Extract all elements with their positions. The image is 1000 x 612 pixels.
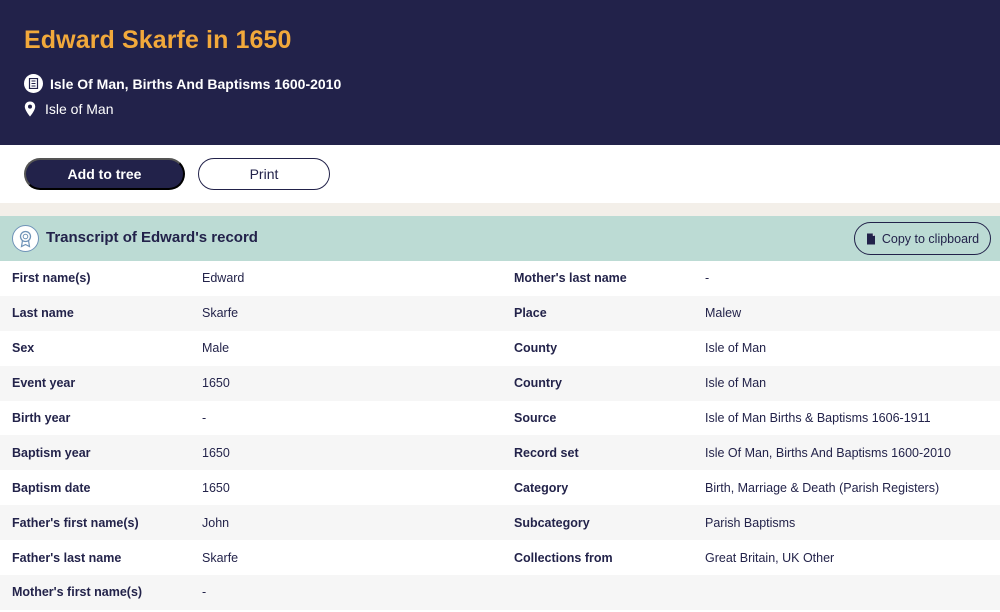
field-value: 1650	[202, 376, 230, 391]
print-button[interactable]: Print	[198, 158, 330, 190]
field-label: County	[514, 341, 558, 356]
map-pin-icon	[24, 100, 38, 118]
field-value: Isle of Man	[705, 341, 767, 356]
table-row: Father's last name Skarfe Collections from…	[0, 540, 1000, 576]
action-bar: Add to tree Print	[0, 145, 1000, 203]
field-label: Subcategory	[514, 515, 590, 530]
field-value: Birth, Marriage & Death (Parish Register…	[705, 480, 940, 495]
table-row: Father's first name(s) John Subcategory Par…	[0, 505, 1000, 541]
field-value: Isle of Man	[705, 376, 767, 391]
field-label: Mother's first name(s)	[12, 585, 143, 600]
table-row: First name(s) Edward Mother's last name -	[0, 261, 1000, 296]
field-value: -	[202, 411, 207, 425]
field-value: John	[202, 515, 230, 530]
location-row: Isle of Man	[24, 100, 113, 118]
field-label: Sex	[12, 341, 35, 356]
table-row: Event year 1650 Country Isle of Man	[0, 365, 1000, 401]
field-label: Place	[514, 306, 547, 321]
certificate-badge-icon	[12, 225, 39, 252]
field-label: Father's last name	[12, 550, 122, 565]
add-to-tree-button[interactable]: Add to tree	[24, 158, 185, 190]
page-title: Edward Skarfe in 1650	[24, 26, 292, 54]
field-value: Parish Baptisms	[705, 515, 796, 530]
transcript-table: First name(s) Edward Mother's last name - La…	[0, 261, 1000, 610]
table-row: Birth year - Source Isle of Man Births & Ba…	[0, 400, 1000, 436]
transcript-title: Transcript of Edward's record	[46, 229, 258, 246]
copy-to-clipboard-button[interactable]: Copy to clipboard	[854, 222, 991, 255]
record-set-row: Isle Of Man, Births And Baptisms 1600-20…	[24, 74, 341, 93]
book-icon	[24, 74, 43, 93]
field-label: Father's first name(s)	[12, 515, 139, 530]
record-set-name: Isle Of Man, Births And Baptisms 1600-20…	[50, 75, 342, 92]
table-row: Baptism date 1650 Category Birth, Marriage …	[0, 470, 1000, 506]
field-label: Mother's last name	[514, 271, 627, 286]
location-name: Isle of Man	[45, 101, 114, 117]
field-value: Isle Of Man, Births And Baptisms 1600-20…	[705, 445, 951, 460]
field-value: Malew	[705, 306, 742, 321]
field-value: Edward	[202, 271, 245, 286]
record-header: Edward Skarfe in 1650 Isle Of Man, Birth…	[0, 0, 1000, 145]
table-row: Mother's first name(s) -	[0, 575, 1000, 610]
field-label: Country	[514, 376, 562, 391]
field-value: -	[705, 271, 710, 286]
field-label: Record set	[514, 445, 579, 460]
field-value: Skarfe	[202, 550, 239, 565]
field-label: Last name	[12, 306, 74, 321]
table-row: Sex Male County Isle of Man	[0, 330, 1000, 366]
field-label: Birth year	[12, 411, 71, 425]
field-value: 1650	[202, 445, 230, 460]
copy-label: Copy to clipboard	[881, 231, 980, 246]
field-value: -	[202, 585, 207, 600]
document-icon	[866, 233, 876, 245]
field-value: Skarfe	[202, 306, 239, 321]
field-value: Great Britain, UK Other	[705, 550, 835, 565]
field-label: Source	[514, 411, 557, 425]
field-label: First name(s)	[12, 271, 91, 286]
table-row: Baptism year 1650 Record set Isle Of Man, B…	[0, 435, 1000, 471]
field-label: Baptism date	[12, 480, 91, 495]
field-label: Category	[514, 480, 569, 495]
field-label: Event year	[12, 376, 76, 391]
field-value: 1650	[202, 480, 230, 495]
field-value: Male	[202, 341, 230, 356]
divider-strip	[0, 203, 1000, 216]
field-value: Isle of Man Births & Baptisms 1606-1911	[705, 411, 931, 425]
field-label: Baptism year	[12, 445, 91, 460]
field-label: Collections from	[514, 550, 613, 565]
transcript-header: Transcript of Edward's record Copy to cl…	[0, 216, 1000, 261]
table-row: Last name Skarfe Place Malew	[0, 295, 1000, 331]
